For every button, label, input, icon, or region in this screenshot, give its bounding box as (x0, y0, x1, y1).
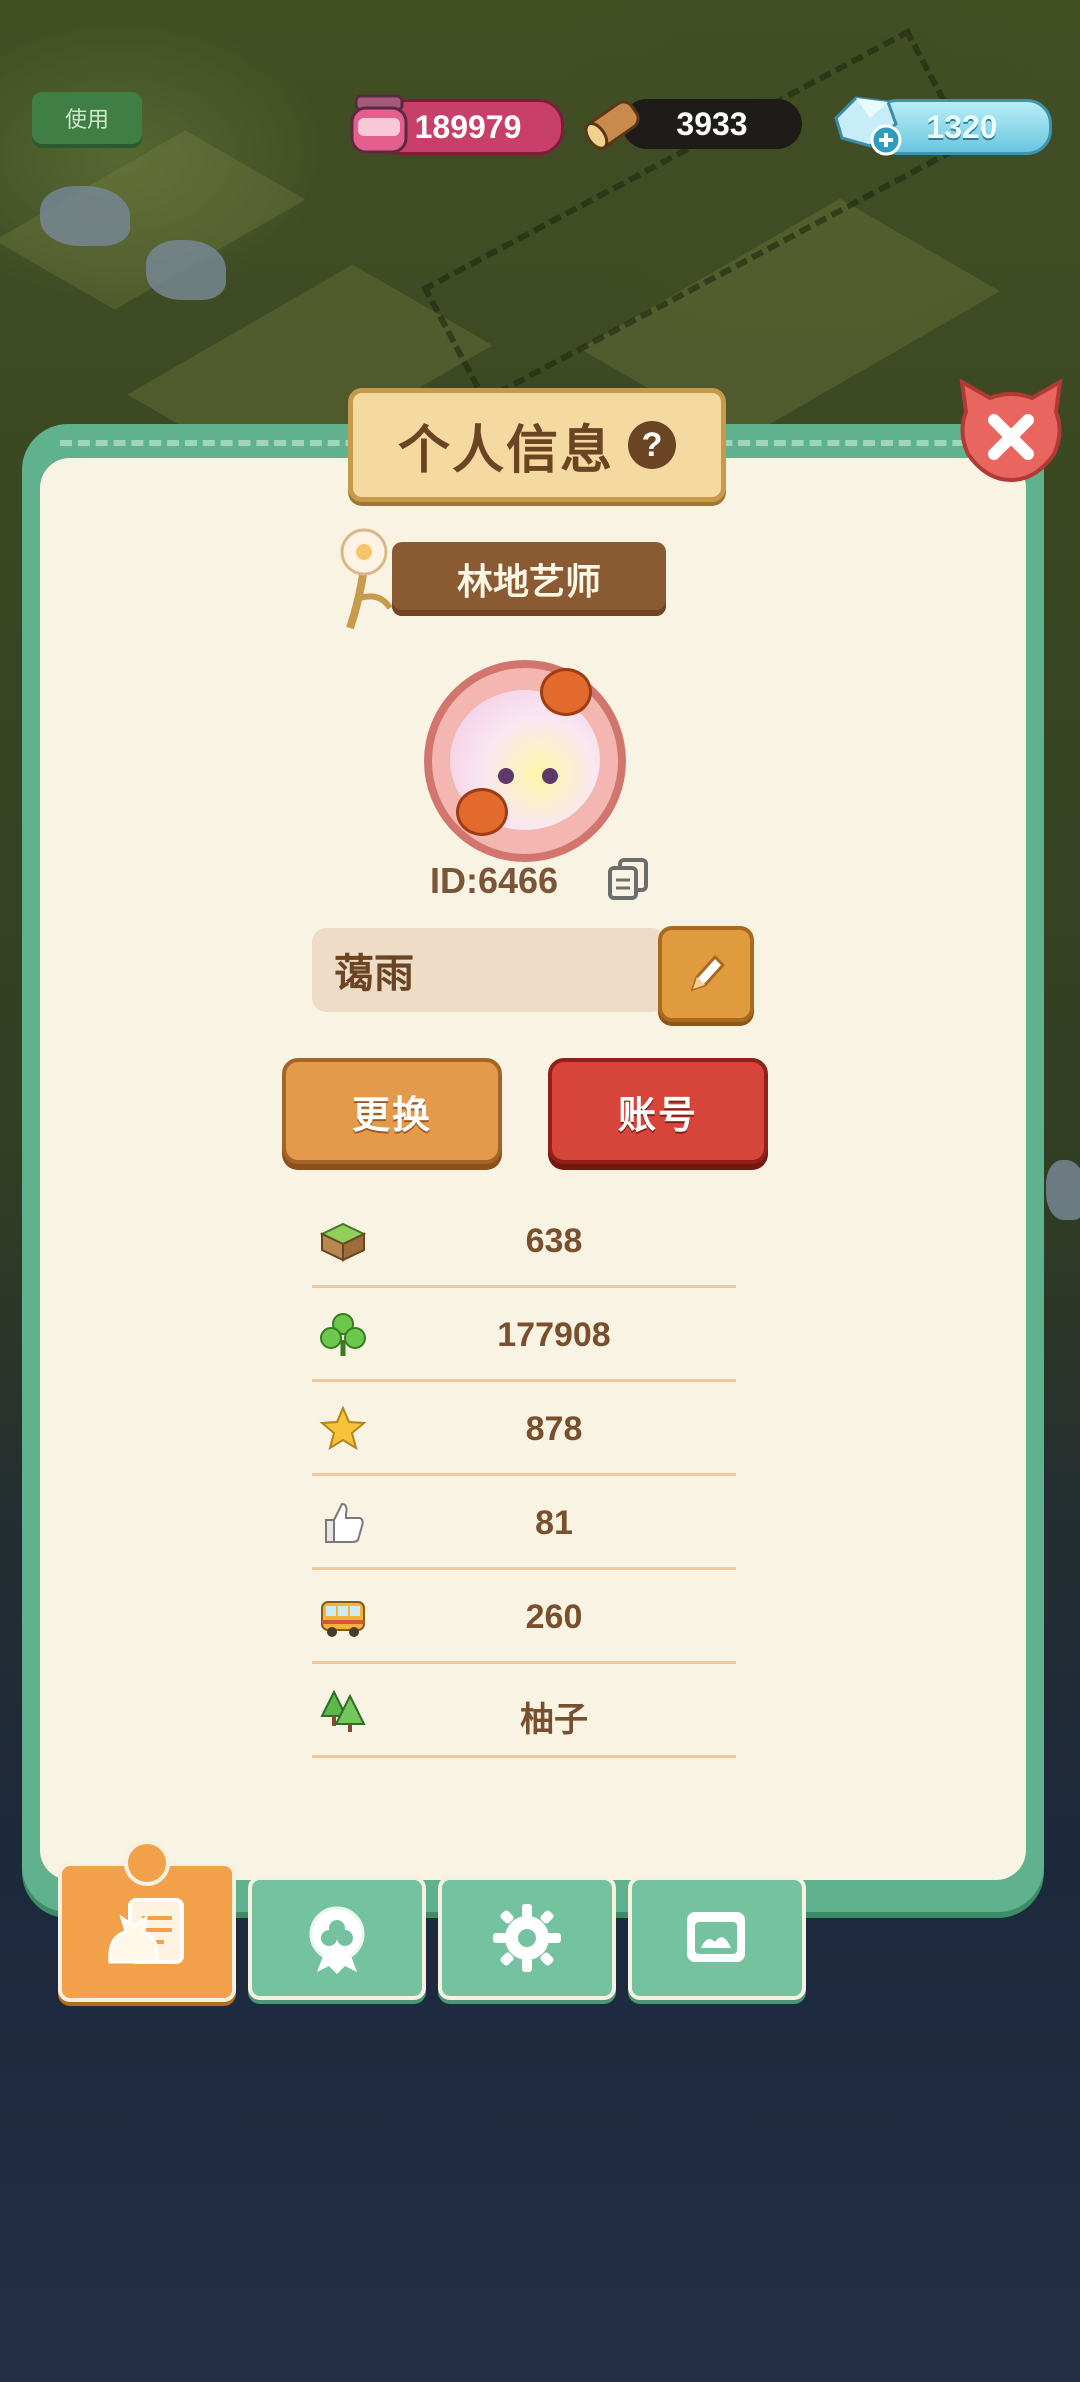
pencil-icon (690, 954, 726, 992)
stat-value: 柚子 (520, 1701, 588, 1739)
bus-icon (321, 1601, 365, 1637)
wood-counter[interactable]: 3933 (622, 99, 802, 149)
gem-plus-icon[interactable] (826, 88, 906, 158)
account-button[interactable]: 账号 (548, 1058, 768, 1164)
panel-title: 个人信息 (397, 421, 614, 480)
jam-jar-icon (350, 94, 408, 154)
orange-fruit-icon (456, 788, 508, 836)
tab-profile[interactable] (58, 1840, 236, 2002)
wood-log-icon (584, 100, 640, 150)
badge-icon (309, 1906, 365, 1974)
stat-row-star: 878 (312, 1382, 736, 1476)
stat-row-guild: 柚子 (312, 1664, 736, 1758)
tab-album[interactable] (628, 1876, 806, 2000)
profile-card-icon (108, 1898, 184, 1964)
orange-fruit-icon (540, 668, 592, 716)
rank-title: 林地艺师 (456, 561, 601, 602)
stat-row-likes: 81 (312, 1476, 736, 1570)
use-button[interactable]: 使用 (32, 92, 142, 144)
tab-settings[interactable] (438, 1876, 616, 2000)
jam-amount: 189979 (414, 108, 522, 145)
stat-value: 260 (525, 1598, 583, 1636)
clover-icon (320, 1313, 366, 1356)
stat-value: 81 (535, 1504, 573, 1542)
panel-title-plate: 个人信息 ? (348, 388, 726, 502)
pine-trees-icon (320, 1689, 366, 1732)
player-id: ID:6466 (430, 860, 559, 901)
wood-amount: 3933 (676, 105, 748, 142)
thumbs-up-icon (325, 1502, 364, 1543)
stat-value: 177908 (497, 1316, 611, 1354)
edit-nickname-button[interactable] (658, 926, 754, 1022)
gear-icon (493, 1904, 561, 1972)
close-button[interactable] (956, 376, 1066, 488)
grass-block-icon (319, 1222, 367, 1262)
player-avatar[interactable] (424, 660, 626, 862)
rank-banner: 林地艺师 (392, 542, 666, 616)
nickname-field[interactable]: 蔼雨 (312, 928, 666, 1012)
photo-album-icon (687, 1912, 745, 1962)
stats-list: 638 177908 878 81 260 柚子 (312, 1194, 736, 1758)
stat-value: 878 (525, 1410, 583, 1448)
flower-branch-icon (340, 528, 393, 630)
gem-amount: 1320 (926, 108, 998, 145)
nickname-text: 蔼雨 (334, 952, 414, 996)
copy-icon[interactable] (606, 856, 650, 900)
star-icon (319, 1405, 367, 1451)
stat-row-land: 638 (312, 1194, 736, 1288)
stat-row-bus: 260 (312, 1570, 736, 1664)
change-button[interactable]: 更换 (282, 1058, 502, 1164)
tab-badges[interactable] (248, 1876, 426, 2000)
stat-value: 638 (525, 1222, 583, 1260)
stat-row-clover: 177908 (312, 1288, 736, 1382)
help-icon[interactable]: ? (628, 421, 676, 469)
